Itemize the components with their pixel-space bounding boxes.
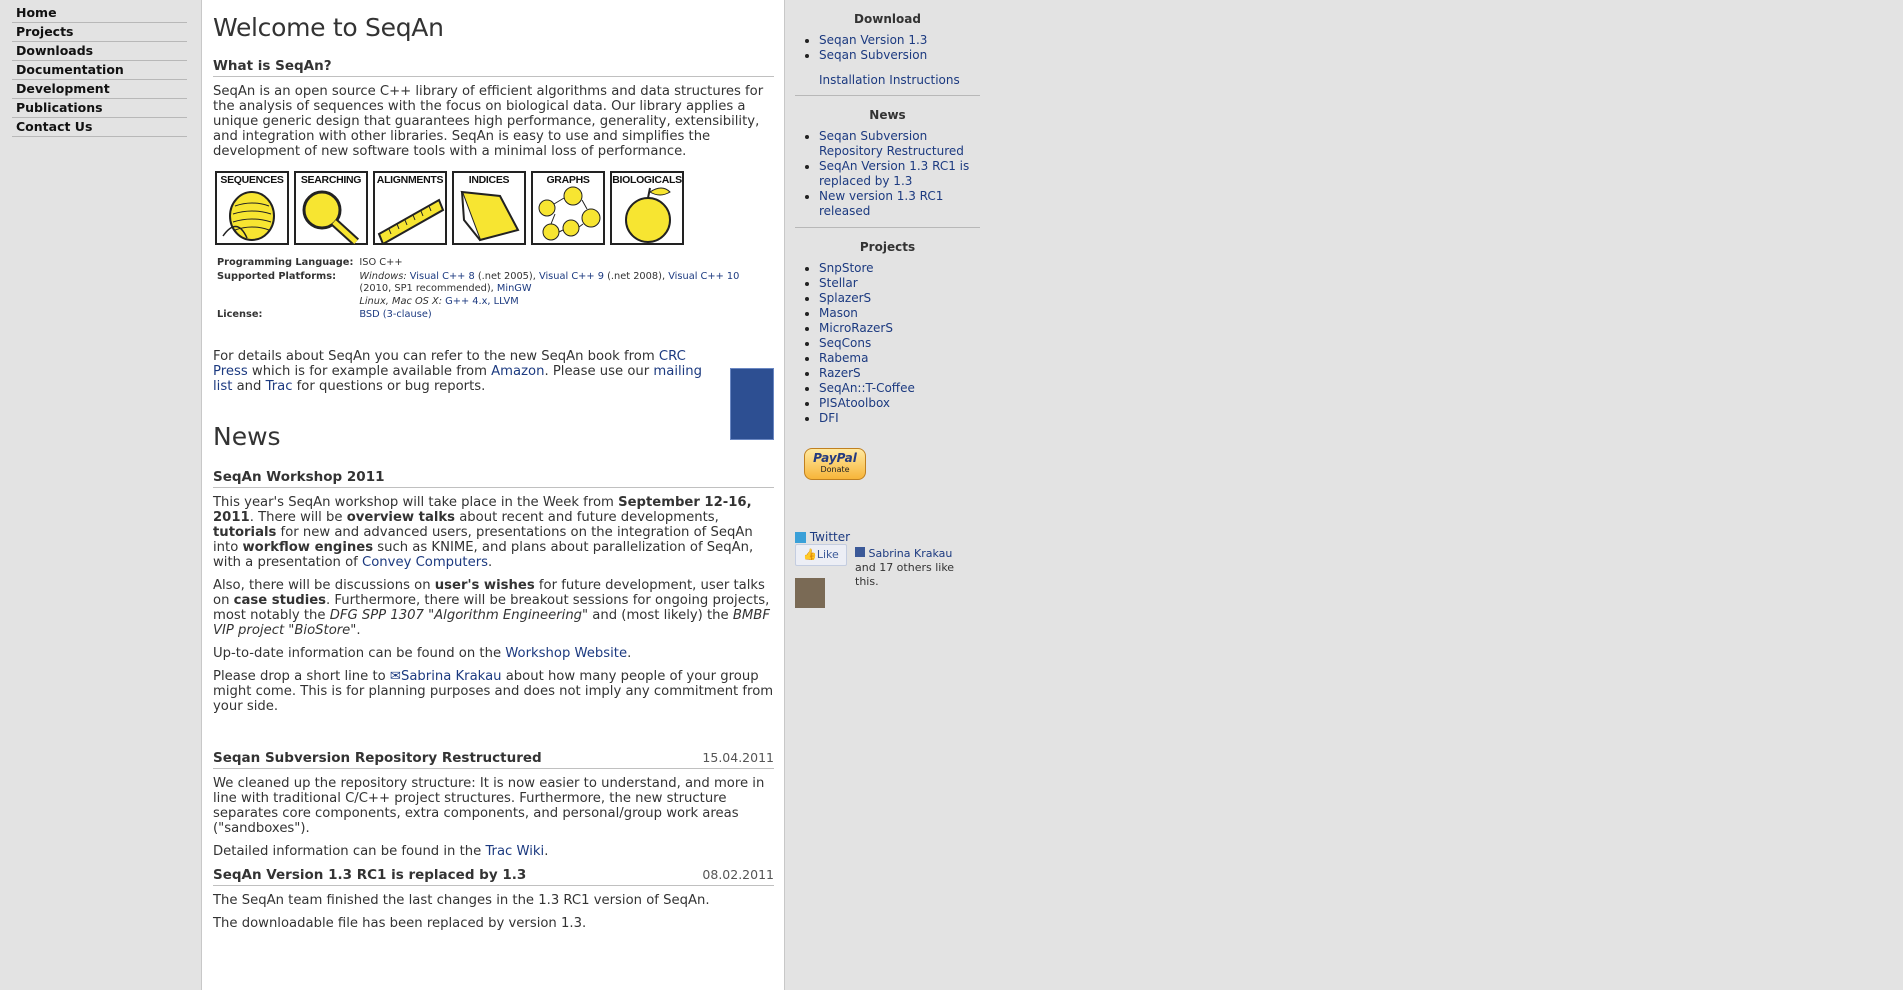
main-content: Welcome to SeqAn What is SeqAn? SeqAn is… — [201, 0, 785, 990]
news-box: News Seqan Subversion Repository Restruc… — [795, 108, 980, 228]
rc-p2: The downloadable file has been replaced … — [213, 915, 587, 931]
news-item[interactable]: New version 1.3 RC1 released — [819, 189, 980, 219]
download-item[interactable]: Seqan Version 1.3 — [819, 33, 980, 48]
project-item[interactable]: Mason — [819, 306, 980, 321]
book-text: For details about SeqAn you can refer to… — [213, 348, 703, 394]
project-item[interactable]: PISAtoolbox — [819, 396, 980, 411]
workshop-p2: Also, there will be discussions on user'… — [213, 577, 770, 638]
alignments-icon[interactable]: ALIGNMENTS — [373, 171, 447, 245]
installation-link[interactable]: Installation Instructions — [819, 73, 960, 87]
news-item[interactable]: SeqAn Version 1.3 RC1 is replaced by 1.3 — [819, 159, 980, 189]
nav-development[interactable]: Development — [12, 80, 187, 99]
nav-contact[interactable]: Contact Us — [12, 118, 187, 137]
trac-link[interactable]: Trac — [266, 379, 293, 394]
project-item[interactable]: Rabema — [819, 351, 980, 366]
gcc-link[interactable]: G++ 4.x, — [445, 296, 490, 307]
download-heading: Download — [854, 12, 921, 26]
mail-icon: ✉ — [389, 668, 401, 684]
project-item[interactable]: Stellar — [819, 276, 980, 291]
nav-publications[interactable]: Publications — [12, 99, 187, 118]
svn-p1: We cleaned up the repository structure: … — [213, 775, 765, 836]
what-heading: What is SeqAn? — [213, 58, 774, 77]
facebook-icon — [855, 547, 865, 557]
project-item[interactable]: DFI — [819, 411, 980, 426]
news-item[interactable]: Seqan Subversion Repository Restructured — [819, 129, 980, 159]
sabrina-email-link[interactable]: Sabrina Krakau — [401, 669, 502, 684]
intro-text: SeqAn is an open source C++ library of e… — [213, 84, 764, 159]
license-link[interactable]: BSD (3-clause) — [359, 309, 431, 320]
paypal-donate-button[interactable]: PayPal Donate — [804, 448, 866, 480]
feature-icons: SEQUENCES SEARCHING ALIGNMENTS INDICES G… — [215, 171, 774, 245]
avatar[interactable] — [795, 578, 825, 608]
thumbs-up-icon: 👍 — [803, 548, 817, 561]
nav-home[interactable]: Home — [12, 4, 187, 23]
trac-wiki-link[interactable]: Trac Wiki — [485, 844, 544, 859]
seqan-book-cover[interactable] — [730, 368, 774, 440]
vc10-link[interactable]: Visual C++ 10 — [668, 271, 739, 282]
fb-user-link[interactable]: Sabrina Krakau — [869, 547, 953, 560]
svn-p2: Detailed information can be found in the… — [213, 843, 549, 859]
workshop-p3: Up-to-date information can be found on t… — [213, 645, 632, 661]
page-title: Welcome to SeqAn — [213, 13, 444, 42]
sequences-icon[interactable]: SEQUENCES — [215, 171, 289, 245]
project-item[interactable]: SeqAn::T-Coffee — [819, 381, 980, 396]
main-nav: Home Projects Downloads Documentation De… — [12, 4, 187, 137]
nav-documentation[interactable]: Documentation — [12, 61, 187, 80]
workshop-p1: This year's SeqAn workshop will take pla… — [213, 494, 754, 570]
facebook-like-button[interactable]: 👍Like — [795, 544, 847, 566]
project-item[interactable]: SeqCons — [819, 336, 980, 351]
indices-icon[interactable]: INDICES — [452, 171, 526, 245]
nav-projects[interactable]: Projects — [12, 23, 187, 42]
twitter-link[interactable]: Twitter — [810, 530, 850, 544]
projects-box: Projects SnpStore Stellar SplazerS Mason… — [795, 240, 980, 434]
llvm-link[interactable]: LLVM — [494, 296, 519, 307]
download-box: Download Seqan Version 1.3 Seqan Subvers… — [795, 12, 980, 96]
rc-p1: The SeqAn team finished the last changes… — [213, 892, 710, 908]
vc9-link[interactable]: Visual C++ 9 — [539, 271, 604, 282]
nav-downloads[interactable]: Downloads — [12, 42, 187, 61]
vc8-link[interactable]: Visual C++ 8 — [410, 271, 475, 282]
news-rc-title: SeqAn Version 1.3 RC1 is replaced by 1.3… — [213, 867, 774, 886]
social-box: Twitter 👍Like Sabrina Krakau and 17 othe… — [795, 530, 980, 608]
workshop-p4: Please drop a short line to ✉Sabrina Kra… — [213, 668, 774, 714]
project-item[interactable]: SnpStore — [819, 261, 980, 276]
projects-heading: Projects — [859, 240, 916, 254]
facebook-like-text: Sabrina Krakau and 17 others like this. — [855, 547, 955, 588]
download-item[interactable]: Seqan Subversion — [819, 48, 980, 63]
amazon-link[interactable]: Amazon — [491, 364, 544, 379]
project-item[interactable]: SplazerS — [819, 291, 980, 306]
side-news-heading: News — [869, 108, 906, 122]
news-heading: News — [213, 421, 281, 451]
workshop-website-link[interactable]: Workshop Website — [505, 646, 627, 661]
twitter-icon — [795, 532, 806, 543]
news-svn-title: Seqan Subversion Repository Restructured… — [213, 750, 774, 769]
searching-icon[interactable]: SEARCHING — [294, 171, 368, 245]
project-item[interactable]: MicroRazerS — [819, 321, 980, 336]
project-item[interactable]: RazerS — [819, 366, 980, 381]
sidebar: Download Seqan Version 1.3 Seqan Subvers… — [795, 0, 980, 608]
news-workshop-title: SeqAn Workshop 2011 — [213, 469, 774, 488]
mingw-link[interactable]: MinGW — [497, 283, 532, 294]
info-table: Programming Language: ISO C++ Supported P… — [217, 257, 740, 320]
convey-link[interactable]: Convey Computers — [362, 555, 488, 570]
biologicals-icon[interactable]: BIOLOGICALS — [610, 171, 684, 245]
graphs-icon[interactable]: GRAPHS — [531, 171, 605, 245]
